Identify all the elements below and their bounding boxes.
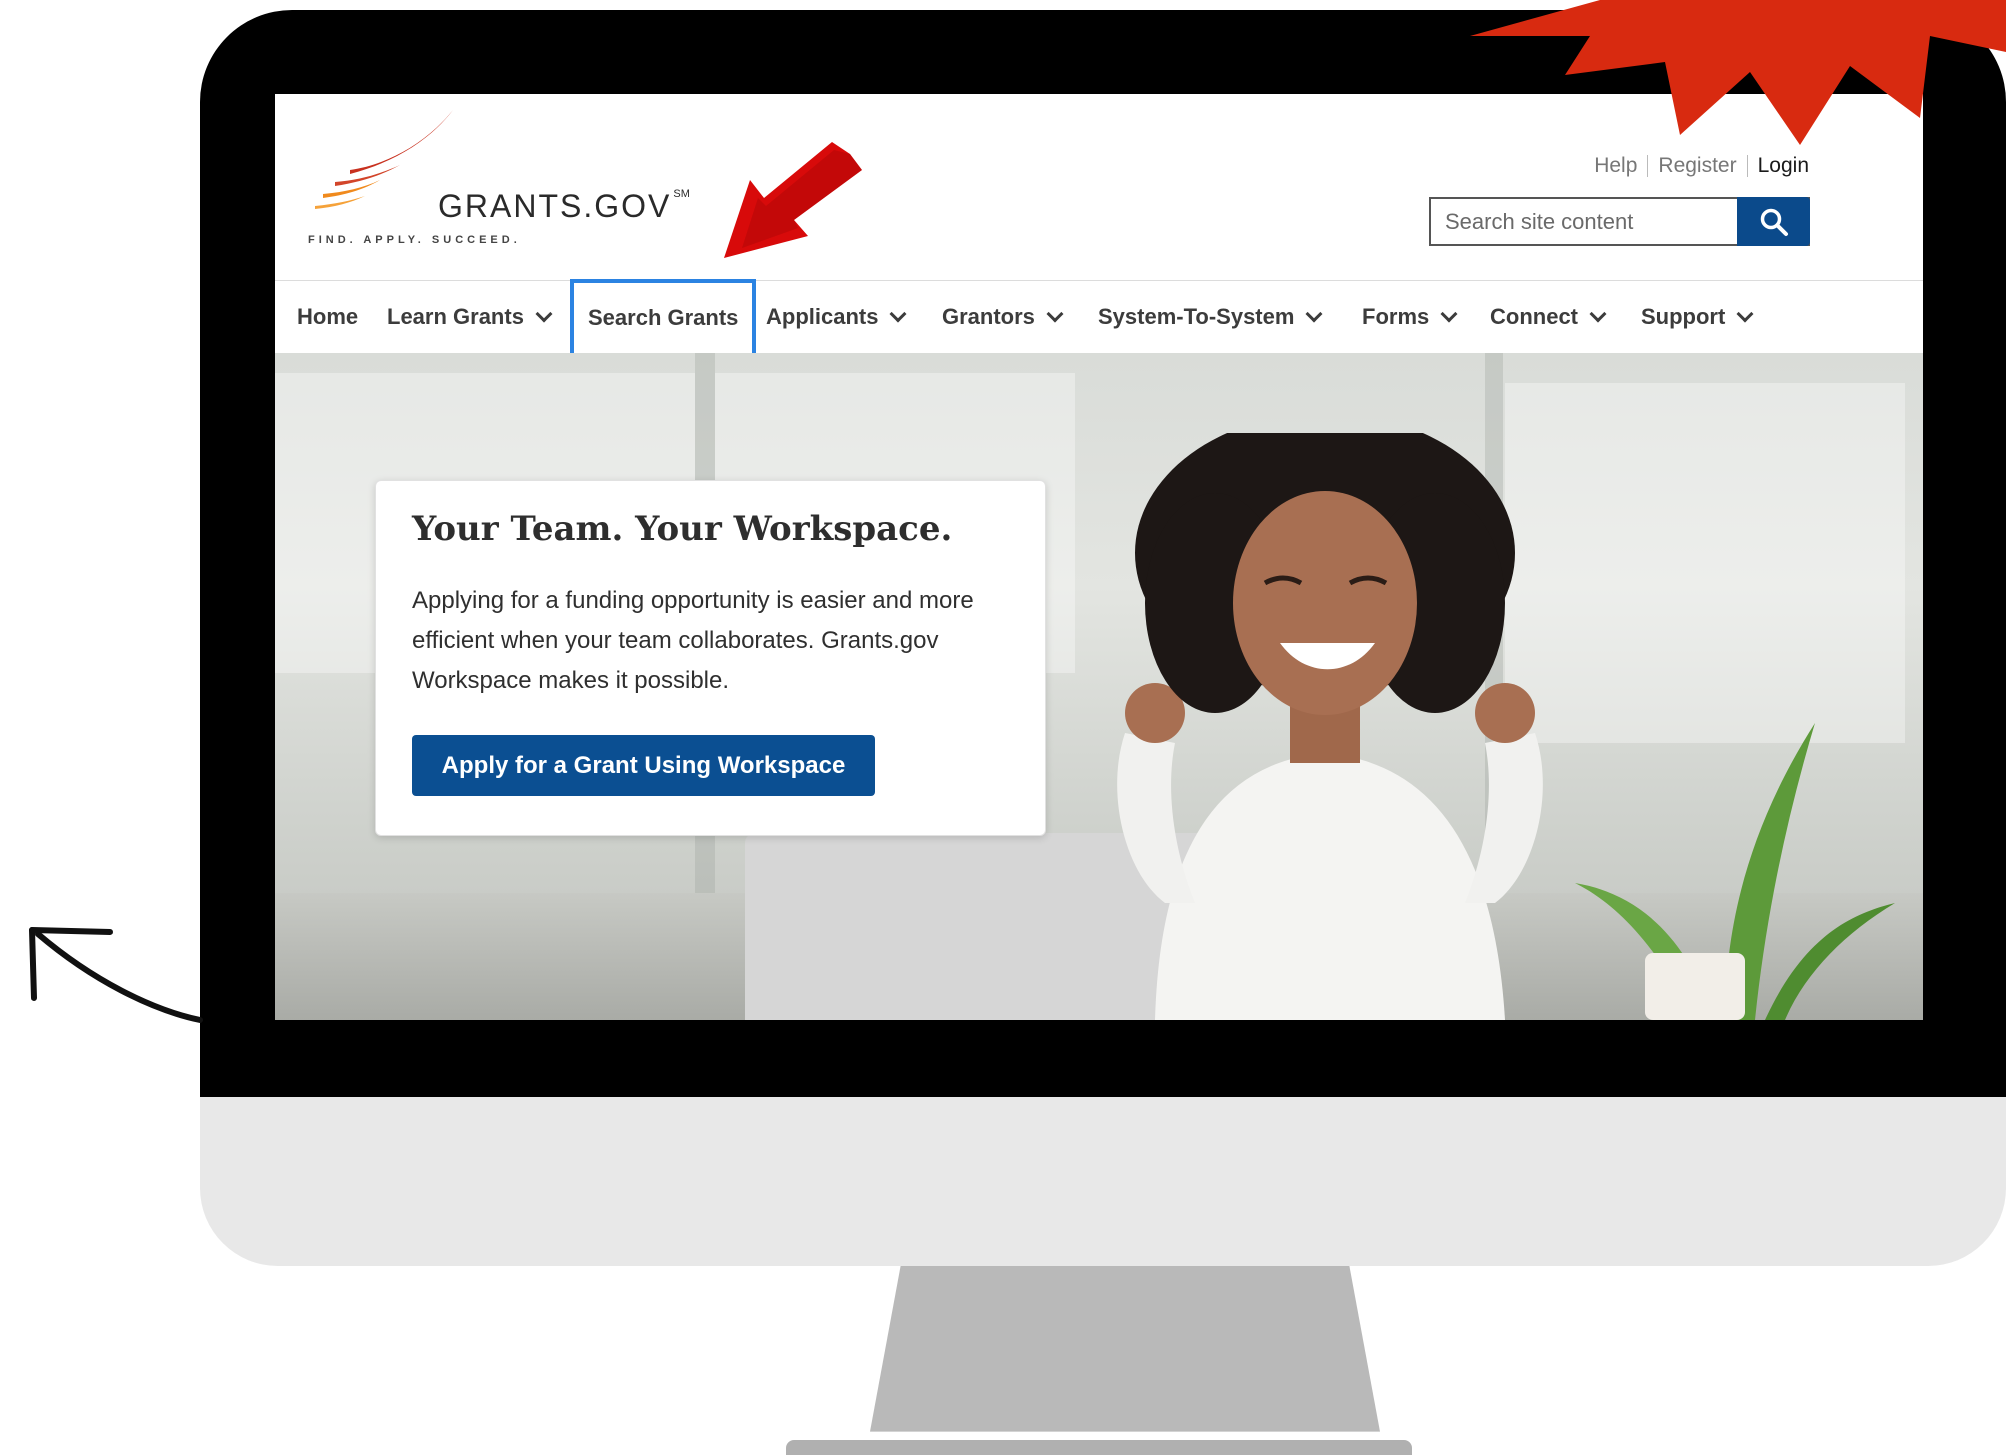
hero-title: Your Team. Your Workspace. [412,509,953,549]
monitor-chin [200,1097,2006,1266]
main-nav: Home Learn Grants Search Grants Applican… [275,279,1923,357]
link-divider [1647,155,1649,177]
register-link[interactable]: Register [1658,154,1736,178]
red-arrow-annotation [724,142,862,258]
chevron-down-icon [889,305,907,323]
link-divider [1746,155,1748,177]
nav-label: Forms [1362,304,1430,329]
chevron-down-icon [1589,305,1607,323]
logo-name: GRANTS.GOV SM [438,188,690,224]
hero-card: Your Team. Your Workspace. Applying for … [375,480,1046,836]
nav-label: Search Grants [588,305,739,330]
utility-links: Help Register Login [1594,154,1809,178]
hero-plant-photo [1575,723,1895,1020]
login-link[interactable]: Login [1758,154,1809,178]
grants-gov-logo[interactable]: GRANTS.GOV SM FIND. APPLY. SUCCEED. [305,110,705,250]
black-arrow-annotation [29,927,203,1023]
apply-workspace-button[interactable]: Apply for a Grant Using Workspace [412,735,875,796]
chevron-down-icon [1440,305,1458,323]
nav-label: Support [1641,304,1726,329]
site-search [1429,197,1810,246]
nav-grantors[interactable]: Grantors [942,281,1064,353]
nav-connect[interactable]: Connect [1490,281,1607,353]
nav-system-to-system[interactable]: System-To-System [1098,281,1323,353]
help-link[interactable]: Help [1594,154,1637,178]
search-button[interactable] [1737,197,1810,246]
nav-learn-grants[interactable]: Learn Grants [387,281,553,353]
browser-screen: GRANTS.GOV SM FIND. APPLY. SUCCEED. Help … [275,94,1923,1020]
hero-banner: Your Team. Your Workspace. Applying for … [275,353,1923,1020]
nav-label: Connect [1490,304,1578,329]
chevron-down-icon [1305,305,1323,323]
logo-tagline: FIND. APPLY. SUCCEED. [308,234,521,246]
chevron-down-icon [1046,305,1064,323]
monitor-stand-base [786,1440,1412,1455]
chevron-down-icon [535,305,553,323]
monitor-stand [870,1266,1380,1432]
nav-label: System-To-System [1098,304,1295,329]
nav-label: Applicants [766,304,879,329]
nav-support[interactable]: Support [1641,281,1754,353]
nav-home[interactable]: Home [297,281,358,353]
chevron-down-icon [1736,305,1754,323]
hero-woman-photo [1117,433,1543,1020]
red-burst-annotation [1470,0,2006,145]
search-input[interactable] [1431,199,1764,244]
nav-forms[interactable]: Forms [1362,281,1458,353]
hero-description: Applying for a funding opportunity is ea… [412,587,974,694]
search-icon [1760,208,1788,236]
nav-applicants[interactable]: Applicants [766,281,907,353]
nav-label: Learn Grants [387,304,524,329]
nav-search-grants[interactable]: Search Grants [570,279,757,357]
nav-label: Home [297,304,359,329]
nav-label: Grantors [942,304,1035,329]
